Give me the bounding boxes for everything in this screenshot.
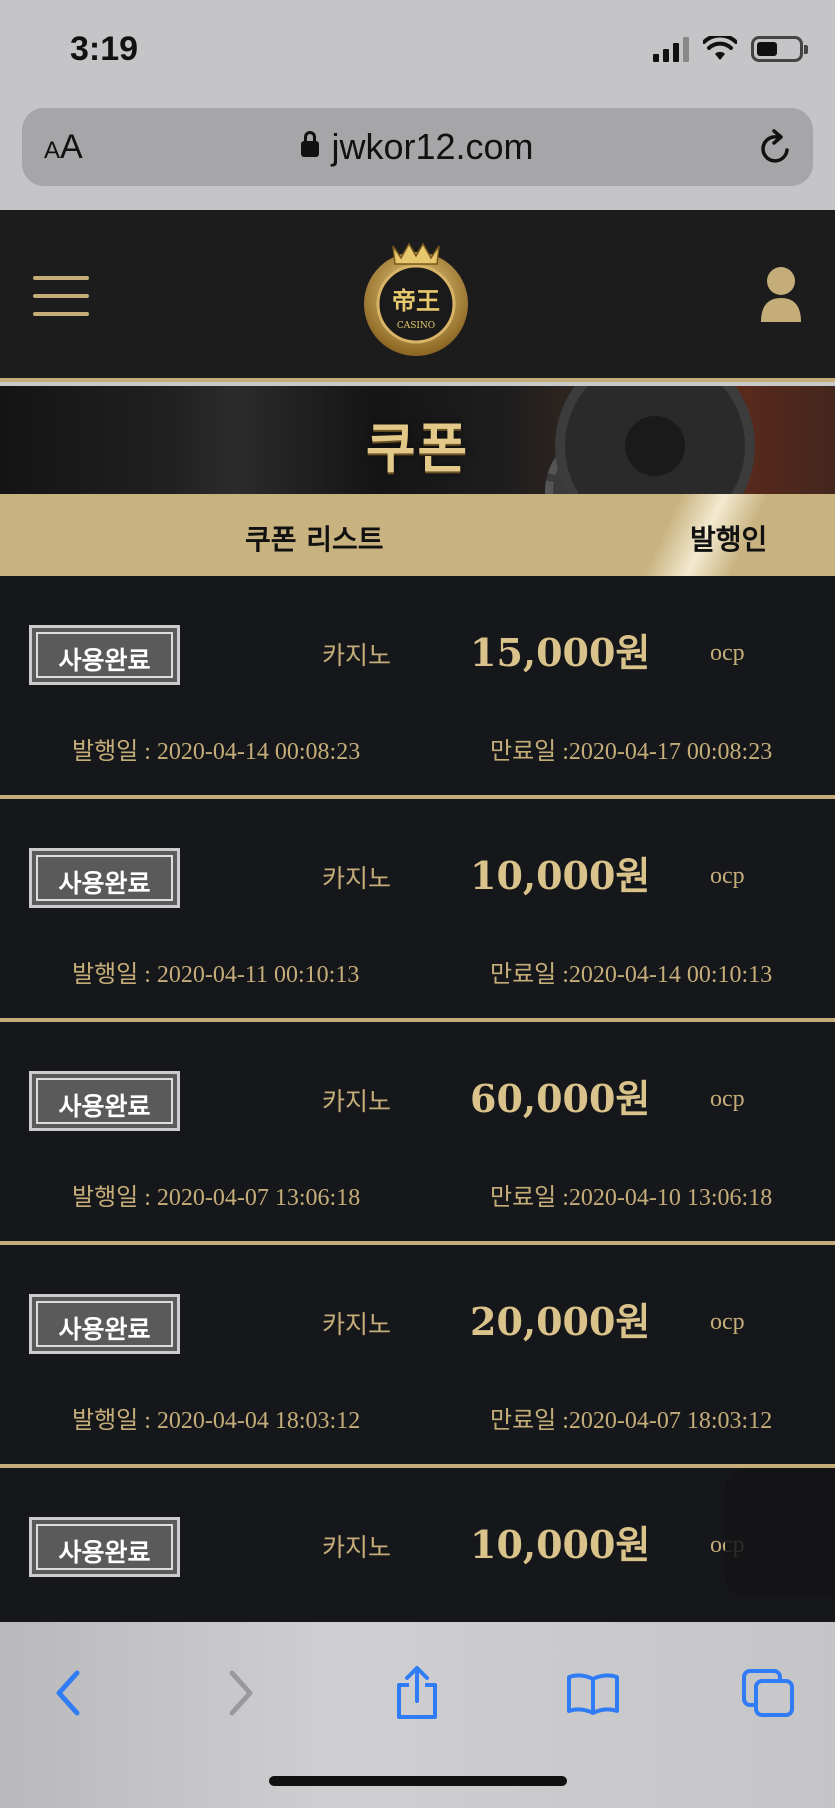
svg-text:帝王: 帝王 [392,286,440,315]
lock-icon [301,131,320,157]
used-status-badge: 사용완료 [29,1517,180,1577]
coupon-row[interactable]: 사용완료 카지노 10,000원 ocp 발행일 : 2020-04-11 00… [0,799,835,1022]
coupon-game: 카지노 [322,641,392,670]
cellular-signal-icon [653,36,689,62]
coupon-issuer: ocp [710,1086,745,1112]
coupon-expiry-date: 만료일 :2020-04-07 18:03:12 [490,1408,773,1434]
url-display[interactable]: jwkor12.com [22,126,813,168]
status-bar: 3:19 [0,0,835,100]
casino-logo[interactable]: 帝王 CASINO [351,232,481,362]
coupon-expiry-date: 만료일 :2020-04-17 00:08:23 [490,739,773,765]
coupon-issuer: ocp [710,1309,745,1335]
coupon-row[interactable]: 사용완료 카지노 20,000원 ocp 발행일 : 2020-04-04 18… [0,1245,835,1468]
chevron-left-icon [56,1670,80,1716]
coupon-row[interactable]: 사용완료 카지노 15,000원 ocp 발행일 : 2020-04-14 00… [0,576,835,799]
svg-text:CASINO: CASINO [397,321,435,331]
coupon-expiry-date: 만료일 :2020-04-14 00:10:13 [490,962,773,988]
used-status-badge: 사용완료 [29,1071,180,1131]
url-text: jwkor12.com [331,126,534,167]
wifi-icon [703,36,737,60]
address-bar[interactable]: AA jwkor12.com [22,108,813,186]
status-time: 3:19 [70,30,139,68]
coupon-game: 카지노 [322,1533,392,1562]
column-coupon-list: 쿠폰 리스트 [245,523,384,556]
browser-address-area: AA jwkor12.com [0,100,835,210]
back-button[interactable] [33,1658,103,1728]
coupon-issuer: ocp [710,863,745,889]
share-icon [397,1666,437,1719]
coupon-issued-date: 발행일 : 2020-04-14 00:08:23 [72,739,361,765]
coupon-issued-date: 발행일 : 2020-04-07 13:06:18 [72,1185,361,1211]
menu-icon[interactable] [33,276,89,316]
user-icon[interactable] [759,264,803,324]
reload-icon[interactable] [757,128,795,168]
coupon-amount: 10,000원 [470,1522,651,1567]
used-status-badge: 사용완료 [29,1294,180,1354]
tabs-icon [742,1669,794,1717]
floating-panel[interactable] [725,1468,835,1598]
coupon-game: 카지노 [322,864,392,893]
battery-icon [751,36,808,62]
share-button[interactable] [382,1658,452,1728]
coupon-list[interactable]: 사용완료 카지노 15,000원 ocp 발행일 : 2020-04-14 00… [0,576,835,1622]
chevron-right-icon [229,1670,253,1716]
coupon-amount: 20,000원 [470,1299,651,1344]
coupon-row[interactable]: 사용완료 카지노 60,000원 ocp 발행일 : 2020-04-07 13… [0,1022,835,1245]
page-banner: 쿠폰 [0,386,835,494]
coupon-issued-date: 발행일 : 2020-04-11 00:10:13 [72,962,360,988]
coupon-amount: 60,000원 [470,1076,651,1121]
coupon-amount: 15,000원 [470,630,651,675]
coupon-issued-date: 발행일 : 2020-04-04 18:03:12 [72,1408,361,1434]
coupon-issuer: ocp [710,640,745,666]
column-issuer: 발행인 [690,523,768,556]
coupon-row[interactable]: 사용완료 카지노 10,000원 ocp [0,1468,835,1622]
status-icons [653,36,808,62]
coupon-expiry-date: 만료일 :2020-04-10 13:06:18 [490,1185,773,1211]
tabs-button[interactable] [733,1658,803,1728]
browser-toolbar [0,1622,835,1808]
coupon-game: 카지노 [322,1310,392,1339]
coupon-game: 카지노 [322,1087,392,1116]
site-header: 帝王 CASINO [0,210,835,382]
book-icon [567,1673,619,1715]
forward-button[interactable] [206,1658,276,1728]
coupon-amount: 10,000원 [470,853,651,898]
used-status-badge: 사용완료 [29,848,180,908]
bookmarks-button[interactable] [558,1658,628,1728]
home-indicator[interactable] [269,1776,567,1786]
coupon-list-header: 쿠폰 리스트 발행인 [0,494,835,576]
used-status-badge: 사용완료 [29,625,180,685]
page-title: 쿠폰 [365,417,470,480]
